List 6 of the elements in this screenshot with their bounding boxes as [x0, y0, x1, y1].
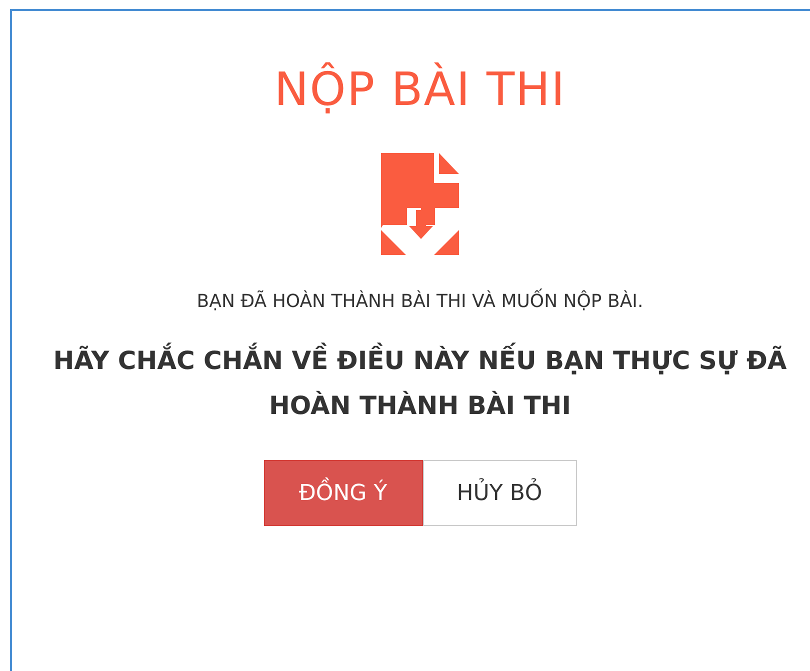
warning-text: HÃY CHẮC CHẮN VỀ ĐIỀU NÀY NẾU BẠN THỰC SỰ ĐÃ HOÀN THÀNH BÀI THI	[40, 338, 800, 428]
agree-button[interactable]: ĐỒNG Ý	[264, 460, 422, 526]
cancel-button[interactable]: HỦY BỎ	[422, 460, 576, 526]
document-download-icon	[381, 153, 459, 255]
confirmation-message: BẠN ĐÃ HOÀN THÀNH BÀI THI VÀ MUỐN NỘP BÀI.	[196, 291, 644, 312]
dialog-title: NỘP BÀI THI	[274, 61, 566, 118]
